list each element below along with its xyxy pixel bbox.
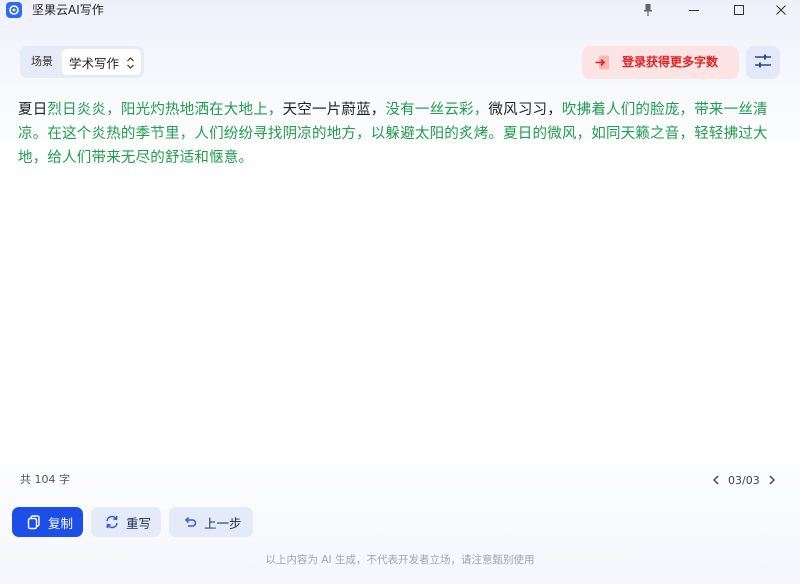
page-indicator: 03/03 — [728, 473, 760, 487]
undo-button[interactable]: 上一步 — [169, 507, 253, 537]
settings-button[interactable] — [746, 46, 780, 79]
app-title: 坚果云AI写作 — [32, 3, 104, 17]
text-segment: 天空一片蔚蓝， — [282, 102, 386, 118]
undo-icon — [182, 514, 198, 530]
close-icon[interactable] — [766, 0, 796, 20]
title-bar: 坚果云AI写作 — [0, 0, 800, 20]
login-icon — [594, 54, 611, 71]
copy-icon — [26, 514, 42, 530]
text-segment: 没有一丝云彩， — [385, 102, 489, 118]
maximize-icon[interactable] — [724, 0, 754, 20]
generated-text: 夏日烈日炎炎，阳光灼热地洒在大地上，天空一片蔚蓝，没有一丝云彩，微风习习，吹拂着… — [18, 98, 782, 170]
text-segment: 夏日 — [18, 102, 48, 118]
login-button[interactable]: 登录获得更多字数 — [582, 46, 739, 79]
page-navigator: 03/03 — [712, 472, 776, 488]
text-segment: 微风习习， — [488, 102, 562, 118]
chevron-up-down-icon — [126, 55, 135, 74]
undo-label: 上一步 — [204, 515, 242, 531]
ai-disclaimer: 以上内容为 AI 生成，不代表开发者立场，请注意甄别使用 — [265, 554, 535, 566]
rewrite-label: 重写 — [126, 515, 152, 531]
refresh-icon — [104, 514, 120, 530]
minimize-icon[interactable] — [679, 0, 709, 20]
scene-label: 场景 — [31, 55, 53, 68]
scene-select-value: 学术写作 — [69, 55, 120, 71]
scene-selector-group: 场景 学术写作 — [20, 46, 144, 78]
copy-button[interactable]: 复制 — [12, 507, 83, 537]
scene-select[interactable]: 学术写作 — [62, 49, 141, 75]
chevron-left-icon[interactable] — [712, 475, 720, 485]
login-label: 登录获得更多字数 — [622, 55, 719, 69]
rewrite-button[interactable]: 重写 — [91, 507, 161, 537]
copy-label: 复制 — [48, 515, 74, 531]
pin-icon[interactable] — [633, 0, 663, 20]
text-segment: 烈日炎炎，阳光灼热地洒在大地上， — [47, 102, 283, 118]
word-count: 共 104 字 — [20, 473, 70, 486]
chevron-right-icon[interactable] — [768, 475, 776, 485]
app-logo-icon — [6, 2, 22, 18]
sliders-icon — [754, 53, 772, 73]
